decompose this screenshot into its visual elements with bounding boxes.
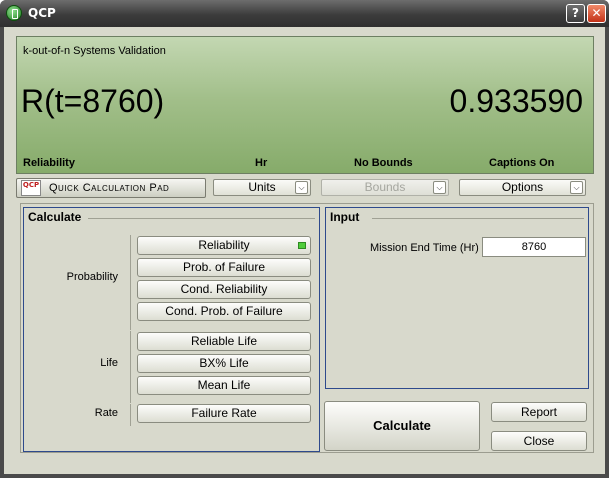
cond-prob-of-failure-button[interactable]: Cond. Prob. of Failure: [137, 302, 311, 321]
caption-metric: Reliability: [23, 157, 75, 169]
report-button[interactable]: Report: [491, 402, 587, 422]
bounds-dropdown: Bounds ⌵: [321, 179, 449, 196]
app-icon: [6, 5, 22, 21]
probability-separator: [130, 235, 131, 330]
input-panel: Input Mission End Time (Hr) 8760: [325, 207, 589, 389]
calculate-panel: Calculate Probability Reliability Prob. …: [23, 207, 320, 452]
close-button[interactable]: Close: [491, 431, 587, 451]
reliability-button[interactable]: Reliability: [137, 236, 311, 255]
window-title: QCP: [28, 6, 56, 20]
display-header: k-out-of-n Systems Validation: [23, 45, 166, 57]
options-label: Options: [501, 180, 544, 194]
title-bar[interactable]: QCP ? ✕: [0, 0, 609, 27]
calculate-title: Calculate: [28, 210, 82, 224]
active-indicator-icon: [298, 242, 306, 249]
qcp-label: Quick Calculation Pad: [49, 182, 170, 194]
bx-life-button[interactable]: BX% Life: [137, 354, 311, 373]
chevron-down-icon: ⌵: [295, 181, 308, 194]
mission-end-time-input[interactable]: 8760: [482, 237, 586, 257]
result-display: k-out-of-n Systems Validation R(t=8760) …: [16, 36, 594, 174]
reliability-button-label: Reliability: [198, 238, 250, 252]
mission-end-time-label: Mission End Time (Hr): [370, 242, 479, 254]
input-title: Input: [330, 210, 360, 224]
chevron-down-icon: ⌵: [570, 181, 583, 194]
options-dropdown[interactable]: Options ⌵: [459, 179, 586, 196]
input-divider: [372, 218, 584, 219]
life-separator: [130, 331, 131, 403]
units-label: Units: [248, 180, 276, 194]
qcp-logo-icon: QCP: [21, 180, 41, 196]
units-dropdown[interactable]: Units ⌵: [213, 179, 311, 196]
close-window-button[interactable]: ✕: [587, 4, 606, 23]
cond-reliability-button[interactable]: Cond. Reliability: [137, 280, 311, 299]
qcp-window: QCP ? ✕ k-out-of-n Systems Validation R(…: [0, 0, 609, 478]
main-frame: Calculate Probability Reliability Prob. …: [20, 203, 594, 453]
reliable-life-button[interactable]: Reliable Life: [137, 332, 311, 351]
life-group-label: Life: [100, 357, 118, 369]
chevron-down-icon: ⌵: [433, 181, 446, 194]
prob-of-failure-button[interactable]: Prob. of Failure: [137, 258, 311, 277]
mean-life-button[interactable]: Mean Life: [137, 376, 311, 395]
probability-group-label: Probability: [66, 271, 118, 283]
caption-units: Hr: [255, 157, 268, 169]
display-expression: R(t=8760): [21, 83, 165, 119]
help-button[interactable]: ?: [566, 4, 585, 23]
client-area: k-out-of-n Systems Validation R(t=8760) …: [4, 27, 605, 474]
rate-group-label: Rate: [94, 407, 118, 419]
calculate-divider: [88, 218, 315, 219]
failure-rate-button[interactable]: Failure Rate: [137, 404, 311, 423]
calculate-button[interactable]: Calculate: [324, 401, 480, 451]
display-result: 0.933590: [449, 83, 583, 119]
caption-bounds: No Bounds: [354, 157, 413, 169]
rate-separator: [130, 404, 131, 426]
caption-captions: Captions On: [489, 157, 555, 169]
bounds-label: Bounds: [364, 180, 406, 194]
quick-calculation-pad-button[interactable]: QCP Quick Calculation Pad: [16, 178, 206, 198]
